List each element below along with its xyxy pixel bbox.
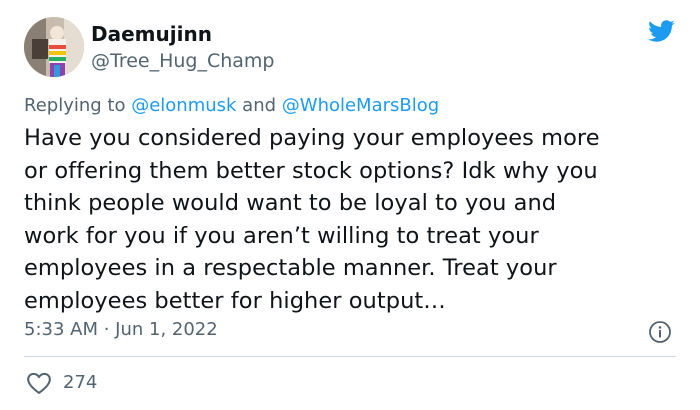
tweet-text: Have you considered paying your employee… bbox=[24, 122, 684, 318]
display-name[interactable]: Daemujinn bbox=[91, 22, 212, 46]
tweet-text-line: work for you if you aren’t willing to tr… bbox=[24, 222, 539, 249]
divider bbox=[24, 356, 676, 357]
twitter-bird-icon[interactable] bbox=[645, 17, 677, 45]
tweet-text-line: employees better for higher output… bbox=[24, 287, 446, 314]
tweet-text-line: think people would want to be loyal to y… bbox=[24, 190, 557, 217]
mention-link-elonmusk[interactable]: @elonmusk bbox=[131, 95, 236, 116]
tweet-text-line: Have you considered paying your employee… bbox=[24, 125, 600, 151]
user-handle[interactable]: @Tree_Hug_Champ bbox=[91, 50, 275, 72]
tweet-text-line: or offering them better stock options? I… bbox=[24, 157, 598, 184]
replying-to-joiner: and bbox=[236, 95, 282, 116]
mention-link-wholemarsblog[interactable]: @WholeMarsBlog bbox=[282, 95, 439, 116]
tweet-timestamp[interactable]: 5:33 AM · Jun 1, 2022 bbox=[24, 319, 218, 340]
tweet-text-line: employees in a respectable manner. Treat… bbox=[24, 255, 557, 282]
avatar[interactable] bbox=[24, 17, 84, 77]
replying-to-line: Replying to @elonmusk and @WholeMarsBlog bbox=[24, 95, 439, 116]
heart-icon[interactable] bbox=[26, 371, 52, 395]
like-count: 274 bbox=[63, 372, 98, 393]
info-icon[interactable] bbox=[648, 320, 672, 344]
replying-to-prefix: Replying to bbox=[24, 95, 132, 116]
